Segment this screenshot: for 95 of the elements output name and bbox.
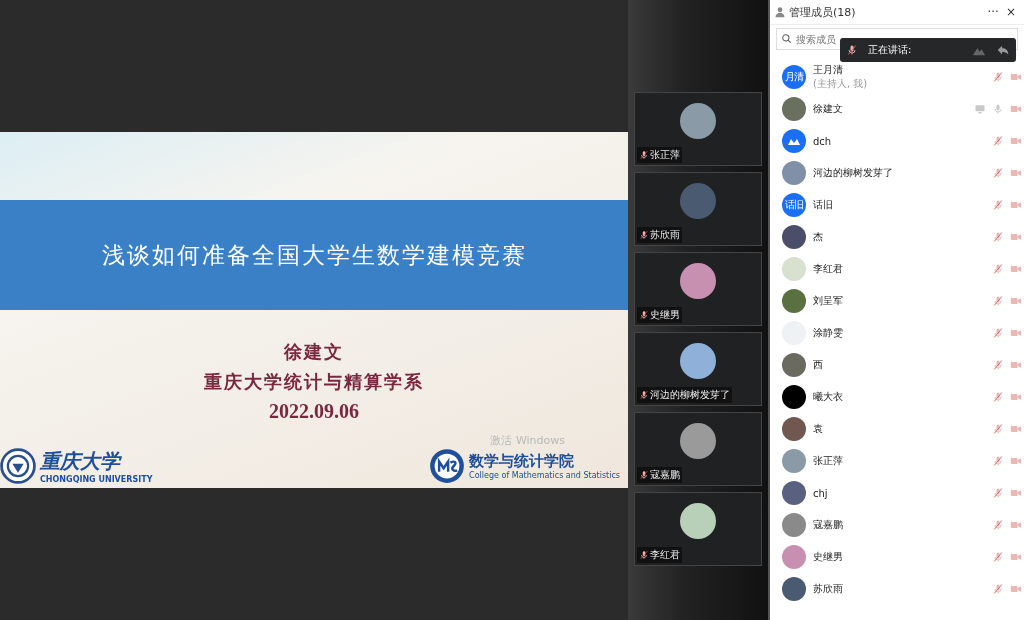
member-name: chj — [813, 487, 829, 499]
member-name: 话旧 — [813, 198, 834, 212]
person-icon — [774, 6, 786, 18]
camera-off-icon[interactable] — [1010, 327, 1022, 339]
college-name-text: College of Mathematics and Statistics — [469, 471, 620, 480]
muted-mic-icon[interactable] — [992, 167, 1004, 179]
muted-mic-icon[interactable] — [992, 519, 1004, 531]
member-name: 刘呈军 — [813, 294, 844, 308]
camera-off-icon[interactable] — [1010, 487, 1022, 499]
slide-title: 浅谈如何准备全国大学生数学建模竞赛 — [101, 240, 527, 270]
member-name: 涂静雯 — [813, 326, 844, 340]
screen-share-icon[interactable] — [974, 103, 986, 115]
member-row[interactable]: 杰 — [770, 221, 1024, 253]
participant-name: 史继男 — [650, 308, 680, 322]
member-row[interactable]: 史继男 — [770, 541, 1024, 573]
speaking-label: 正在讲话: — [868, 43, 912, 57]
more-button[interactable]: ··· — [985, 5, 1001, 19]
college-emblem-icon — [429, 448, 466, 484]
muted-mic-icon[interactable] — [992, 487, 1004, 499]
participant-name: 寇嘉鹏 — [650, 468, 680, 482]
participant-name: 河边的柳树发芽了 — [650, 388, 730, 402]
member-row[interactable]: 河边的柳树发芽了 — [770, 157, 1024, 189]
member-row[interactable]: 曦大衣 — [770, 381, 1024, 413]
member-row[interactable]: chj — [770, 477, 1024, 509]
muted-mic-icon[interactable] — [992, 551, 1004, 563]
reply-arrow-icon — [996, 43, 1010, 57]
camera-off-icon[interactable] — [1010, 295, 1022, 307]
member-name: 杰 — [813, 230, 824, 244]
university-name-text: CHONGQING UNIVERSITY — [40, 475, 153, 484]
slide-subtitle: 2022.09.06 — [269, 400, 359, 423]
panel-title: 管理成员(18) — [789, 4, 856, 20]
member-row[interactable]: 李红君 — [770, 253, 1024, 285]
member-row[interactable]: dch — [770, 125, 1024, 157]
member-name: 王月清 — [813, 63, 844, 77]
muted-mic-icon[interactable] — [992, 263, 1004, 275]
member-row[interactable]: 涂静雯 — [770, 317, 1024, 349]
member-name: 曦大衣 — [813, 390, 844, 404]
university-emblem-icon — [0, 448, 36, 484]
mic-icon[interactable] — [992, 103, 1004, 115]
camera-off-icon[interactable] — [1010, 71, 1022, 83]
camera-off-icon[interactable] — [1010, 583, 1022, 595]
muted-mic-icon[interactable] — [992, 455, 1004, 467]
member-row[interactable]: 徐建文 — [770, 93, 1024, 125]
muted-mic-icon[interactable] — [992, 199, 1004, 211]
member-row[interactable]: 张正萍 — [770, 445, 1024, 477]
participant-name: 李红君 — [650, 548, 680, 562]
camera-off-icon[interactable] — [1010, 167, 1022, 179]
member-name: 李红君 — [813, 262, 844, 276]
muted-mic-icon[interactable] — [992, 359, 1004, 371]
member-row[interactable]: 话旧 话旧 — [770, 189, 1024, 221]
slide-subtitle: 重庆大学统计与精算学系 — [204, 370, 424, 394]
college-logo-text: 数学与统计学院 — [469, 452, 576, 471]
camera-off-icon[interactable] — [1010, 103, 1022, 115]
member-name: 袁 — [813, 422, 824, 436]
camera-off-icon[interactable] — [1010, 551, 1022, 563]
muted-mic-icon[interactable] — [992, 231, 1004, 243]
muted-mic-icon[interactable] — [992, 135, 1004, 147]
avatar-logo-icon — [782, 129, 806, 153]
camera-off-icon[interactable] — [1010, 455, 1022, 467]
camera-off-icon[interactable] — [1010, 391, 1022, 403]
participant-name: 张正萍 — [650, 148, 680, 162]
close-button[interactable]: × — [1003, 5, 1018, 19]
camera-off-icon[interactable] — [1010, 135, 1022, 147]
camera-off-icon[interactable] — [1010, 263, 1022, 275]
camera-off-icon[interactable] — [1010, 199, 1022, 211]
camera-off-icon[interactable] — [1010, 423, 1022, 435]
member-name: 徐建文 — [813, 102, 844, 116]
avatar: 月清 — [782, 65, 806, 89]
member-name: 苏欣雨 — [813, 582, 844, 596]
member-name: 西 — [813, 358, 824, 372]
slide-subtitle: 徐建文 — [284, 340, 344, 364]
member-row[interactable]: 刘呈军 — [770, 285, 1024, 317]
muted-mic-icon[interactable] — [992, 391, 1004, 403]
member-row[interactable]: 袁 — [770, 413, 1024, 445]
university-logo-text: 重庆大学 — [40, 448, 123, 475]
member-name: 张正萍 — [813, 454, 844, 468]
member-name: 寇嘉鹏 — [813, 518, 844, 532]
member-name: dch — [813, 135, 833, 147]
camera-off-icon[interactable] — [1010, 359, 1022, 371]
muted-mic-icon — [846, 44, 858, 56]
muted-mic-icon[interactable] — [992, 327, 1004, 339]
participant-name: 苏欣雨 — [650, 228, 680, 242]
camera-off-icon[interactable] — [1010, 231, 1022, 243]
member-role: (主持人, 我) — [813, 77, 869, 91]
member-row[interactable]: 苏欣雨 — [770, 573, 1024, 605]
member-name: 河边的柳树发芽了 — [813, 166, 894, 180]
muted-mic-icon[interactable] — [992, 583, 1004, 595]
muted-mic-icon[interactable] — [992, 295, 1004, 307]
member-row[interactable]: 西 — [770, 349, 1024, 381]
muted-mic-icon[interactable] — [992, 71, 1004, 83]
camera-off-icon[interactable] — [1010, 519, 1022, 531]
member-name: 史继男 — [813, 550, 844, 564]
muted-mic-icon[interactable] — [992, 423, 1004, 435]
member-row[interactable]: 寇嘉鹏 — [770, 509, 1024, 541]
avatar: 话旧 — [782, 193, 806, 217]
